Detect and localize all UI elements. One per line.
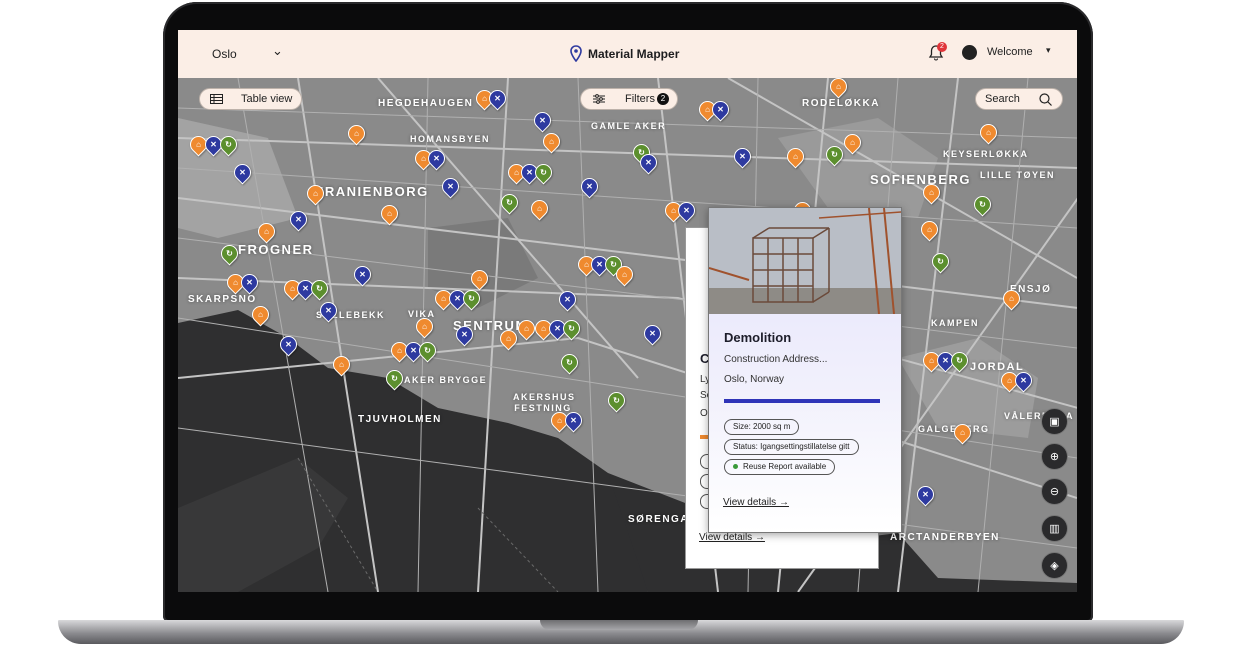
chevron-down-icon[interactable]: ⌄ [272,43,283,59]
status-tag: Status: Igangsettingstillatelse gitt [724,439,859,455]
avatar[interactable] [962,45,977,60]
caret-down-icon[interactable]: ▾ [1046,45,1051,56]
card-title: Demolition [724,330,792,345]
top-bar: Oslo ⌄ Material Mapper 2 Welcome ▾ [178,30,1077,79]
layers-icon[interactable]: ◈ [1041,552,1068,579]
status-dot-icon [733,464,738,469]
search-button[interactable]: Search [975,88,1063,110]
search-label: Search [985,93,1020,105]
filters-label: Filters [625,93,655,105]
filters-button[interactable]: Filters 2 [580,88,678,110]
reuse-report-tag: Reuse Report available [724,459,836,475]
welcome-label[interactable]: Welcome [987,46,1033,58]
map-pin-icon [570,45,582,62]
card-progress-bar [724,399,880,403]
map-label: SØRENGA [628,514,690,525]
filters-count-badge: 2 [657,93,669,105]
card-address: Construction Address... [724,354,828,365]
laptop-notch [540,620,698,630]
city-selector[interactable]: Oslo [212,47,237,61]
map-label: AKERSHUS FESTNING [513,392,576,413]
map-view[interactable]: HEGDEHAUGEN HOMANSBYEN GAMLE AKER RODELØ… [178,74,1077,592]
map-label: SKARPSNO [188,294,257,305]
map-label: ARCTANDERBYEN [890,532,1000,543]
size-tag: Size: 2000 sq m [724,419,800,435]
map-label: GAMLE AKER [591,121,667,131]
image-icon[interactable]: ▣ [1041,408,1068,435]
map-label: HEGDEHAUGEN [378,98,474,109]
map-label: KAMPEN [931,318,980,328]
map-label: TJUVHOLMEN [358,414,442,425]
back-card-view-details[interactable]: View details → [699,532,765,543]
notification-badge: 2 [937,42,947,52]
project-photo [709,208,901,314]
laptop-mockup: Oslo ⌄ Material Mapper 2 Welcome ▾ HEGDE… [0,0,1239,663]
zoom-in-icon[interactable]: ⊕ [1041,443,1068,470]
app-title: Material Mapper [588,46,680,61]
table-view-label: Table view [241,93,293,105]
search-icon [1039,93,1052,106]
construction-image [709,208,901,314]
map-label: RODELØKKA [802,98,880,109]
map-label: HOMANSBYEN [410,134,491,144]
view-details-link[interactable]: View details → [723,497,789,508]
map-label: FROGNER [238,242,314,257]
sliders-icon [593,94,605,104]
map-label: AKER BRYGGE [404,375,488,385]
zoom-out-icon[interactable]: ⊖ [1041,478,1068,505]
app-brand: Material Mapper [570,45,679,62]
buildings-icon[interactable]: ▥ [1041,515,1068,542]
table-view-button[interactable]: Table view [199,88,302,110]
map-label: SOFIENBERG [870,172,971,187]
map-label: URANIENBORG [314,184,429,199]
map-label: KEYSERLØKKA [943,149,1029,159]
reuse-report-label: Reuse Report available [743,462,827,471]
card-city: Oslo, Norway [724,374,785,385]
map-label: JORDAL [970,361,1025,373]
app-screen: Oslo ⌄ Material Mapper 2 Welcome ▾ HEGDE… [178,30,1077,592]
map-label: LILLE TØYEN [980,170,1055,180]
table-icon [210,94,223,104]
project-card[interactable]: Demolition Construction Address... Oslo,… [708,207,902,533]
